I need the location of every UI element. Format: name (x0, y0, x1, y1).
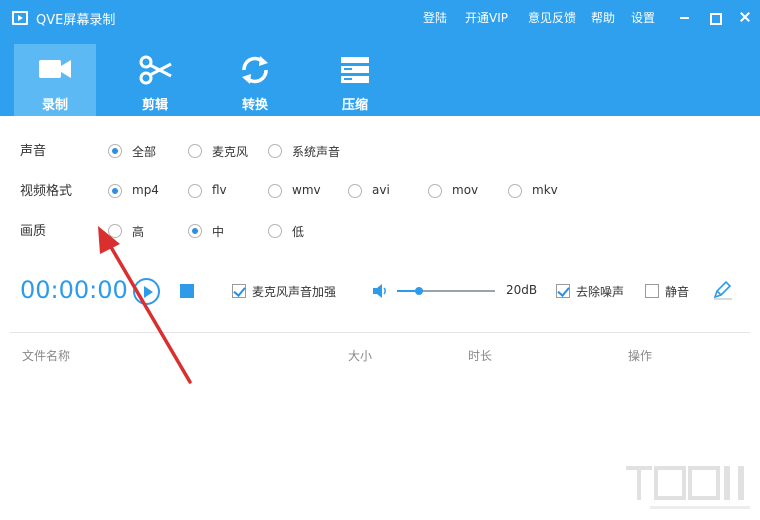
radio-icon (188, 224, 202, 238)
option-label: 低 (292, 225, 305, 239)
volume-value: 20dB (506, 283, 538, 297)
tab-record[interactable]: 录制 (14, 44, 96, 116)
tab-edit[interactable]: 剪辑 (114, 44, 196, 116)
tab-convert[interactable]: 转换 (214, 44, 296, 116)
radio-icon (268, 144, 282, 158)
option-label: 高 (132, 225, 145, 239)
option-label: mkv (532, 183, 558, 197)
login-link[interactable]: 登陆 (423, 9, 447, 26)
quality-label: 画质 (20, 224, 47, 239)
stop-button[interactable] (180, 284, 194, 298)
radio-icon (108, 224, 122, 238)
radio-icon (348, 184, 362, 198)
tab-edit-label: 剪辑 (141, 98, 168, 113)
refresh-icon (242, 56, 268, 84)
feedback-link[interactable]: 意见反馈 (528, 9, 576, 26)
checkbox-icon (556, 284, 570, 298)
option-label: flv (212, 183, 227, 197)
radio-icon (268, 224, 282, 238)
play-button[interactable] (133, 278, 160, 305)
radio-icon (188, 184, 202, 198)
volume-icon[interactable] (372, 283, 388, 299)
radio-icon (508, 184, 522, 198)
record-timer: 00:00:00 (20, 276, 128, 304)
option-label: avi (372, 183, 390, 197)
maximize-button[interactable] (706, 8, 724, 26)
col-size: 大小 (348, 349, 373, 363)
settings-link[interactable]: 设置 (631, 9, 655, 26)
option-label: 中 (212, 225, 225, 239)
checkbox-label: 麦克风声音加强 (252, 285, 337, 299)
col-filename: 文件名称 (22, 349, 71, 363)
minimize-button[interactable] (676, 8, 694, 26)
checkbox-icon (645, 284, 659, 298)
format-label: 视频格式 (20, 184, 73, 199)
volume-slider[interactable] (397, 287, 495, 295)
scissors-icon (139, 55, 172, 85)
option-label: 全部 (132, 145, 157, 159)
col-actions: 操作 (628, 349, 653, 363)
watermark-logo (626, 466, 750, 509)
audio-label: 声音 (20, 144, 47, 159)
divider (10, 332, 750, 333)
checkbox-icon (232, 284, 246, 298)
option-label: 系统声音 (292, 145, 341, 159)
tab-compress[interactable]: 压缩 (314, 44, 396, 116)
volume-slider-thumb[interactable] (414, 287, 423, 295)
checkbox-label: 静音 (665, 285, 690, 299)
option-label: mp4 (132, 183, 159, 197)
close-button[interactable] (736, 8, 754, 26)
help-link[interactable]: 帮助 (591, 9, 615, 26)
option-label: mov (452, 183, 479, 197)
tab-compress-label: 压缩 (341, 98, 368, 113)
tab-record-label: 录制 (41, 98, 68, 113)
radio-icon (428, 184, 442, 198)
radio-icon (108, 144, 122, 158)
header-bar: QVE屏幕录制 登陆 开通VIP 意见反馈 帮助 设置 录制 剪辑 转换 压缩 (0, 0, 760, 116)
vip-link[interactable]: 开通VIP (465, 9, 508, 26)
col-duration: 时长 (468, 349, 493, 363)
option-label: wmv (292, 183, 321, 197)
option-label: 麦克风 (212, 145, 249, 159)
radio-icon (108, 184, 122, 198)
video-camera-icon (39, 60, 71, 78)
checkbox-label: 去除噪声 (576, 285, 625, 299)
radio-icon (188, 144, 202, 158)
tab-convert-label: 转换 (241, 98, 268, 113)
radio-icon (268, 184, 282, 198)
pencil-icon[interactable] (711, 279, 733, 301)
top-links: 登陆 开通VIP 意见反馈 帮助 设置 (0, 9, 760, 27)
compress-icon (341, 57, 369, 83)
